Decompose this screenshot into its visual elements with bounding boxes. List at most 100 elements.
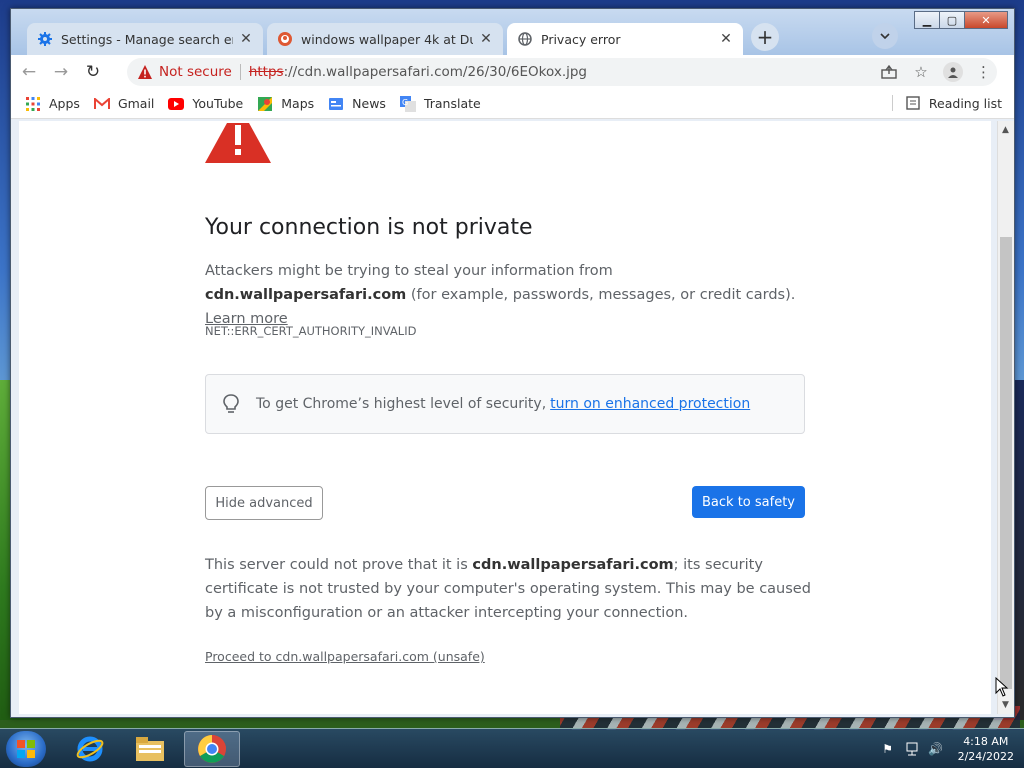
page-title: Your connection is not private: [205, 215, 533, 240]
back-to-safety-button[interactable]: Back to safety: [692, 486, 805, 518]
tab-search-button[interactable]: [872, 23, 898, 49]
file-explorer-icon: [136, 737, 164, 761]
reading-list-button[interactable]: Reading list: [891, 95, 1002, 111]
detail-domain: cdn.wallpapersafari.com: [472, 557, 674, 573]
profile-button[interactable]: [942, 61, 964, 83]
bookmark-star-icon[interactable]: ☆: [910, 61, 932, 83]
proceed-unsafe-link[interactable]: Proceed to cdn.wallpapersafari.com (unsa…: [205, 649, 485, 664]
menu-icon[interactable]: ⋮: [976, 63, 991, 81]
detail-text: This server could not prove that it is: [205, 557, 473, 573]
maps-icon: [257, 96, 273, 112]
bookmark-label: Gmail: [117, 96, 155, 111]
tab-strip: Settings - Manage search engine ✕ window…: [27, 19, 779, 55]
new-tab-button[interactable]: +: [751, 23, 779, 51]
action-center-flag-icon[interactable]: ⚑: [880, 741, 896, 757]
gear-icon: [37, 31, 53, 47]
page-content: Your connection is not private Attackers…: [19, 121, 991, 714]
news-icon: [328, 96, 344, 112]
taskbar-internet-explorer[interactable]: [62, 731, 118, 767]
warning-icon[interactable]: [137, 64, 153, 80]
close-icon[interactable]: ✕: [719, 31, 733, 47]
hide-advanced-button[interactable]: Hide advanced: [205, 486, 323, 520]
tab-title: Settings - Manage search engine: [61, 31, 233, 47]
bookmark-label: Translate: [423, 96, 481, 111]
desc-text: Attackers might be trying to steal your …: [205, 263, 613, 279]
url-scheme: https: [248, 64, 284, 80]
tab-privacy-error[interactable]: Privacy error ✕: [507, 23, 743, 55]
network-icon[interactable]: [904, 741, 920, 757]
taskbar-file-explorer[interactable]: [122, 731, 178, 767]
error-triangle-icon: [205, 123, 271, 163]
close-icon[interactable]: ✕: [239, 31, 253, 47]
start-button[interactable]: [6, 731, 46, 767]
chevron-down-icon: [880, 33, 890, 39]
desc-text: (for example, passwords, messages, or cr…: [406, 287, 796, 303]
address-bar[interactable]: Not secure https://cdn.wallpapersafari.c…: [127, 58, 997, 86]
minimize-button[interactable]: ▁: [914, 11, 940, 29]
not-secure-label[interactable]: Not secure: [159, 64, 232, 80]
omnibox-actions: ☆ ⋮: [868, 61, 991, 83]
enhanced-text: To get Chrome’s highest level of securit…: [256, 396, 547, 412]
windows-logo-icon: [17, 740, 35, 758]
reading-list-icon: [905, 95, 921, 111]
gmail-icon: [93, 96, 110, 112]
translate-icon: G: [399, 95, 416, 112]
advanced-details: This server could not prove that it is c…: [205, 553, 815, 625]
taskbar-clock[interactable]: 4:18 AM 2/24/2022: [958, 734, 1014, 764]
share-icon[interactable]: [878, 61, 900, 83]
tab-settings[interactable]: Settings - Manage search engine ✕: [27, 23, 263, 55]
duckduckgo-icon: [277, 31, 293, 47]
mouse-cursor-icon: [995, 677, 1009, 697]
bookmark-label: Apps: [49, 96, 80, 111]
bookmark-translate[interactable]: G Translate: [399, 95, 481, 112]
tab-title: windows wallpaper 4k at DuckDuckGo: [301, 31, 473, 47]
svg-text:G: G: [402, 98, 408, 107]
youtube-icon: [168, 96, 185, 112]
tab-title: Privacy error: [541, 31, 621, 47]
clock-time: 4:18 AM: [963, 735, 1009, 748]
url-path: ://cdn.wallpapersafari.com/26/30/6EOkox.…: [283, 64, 587, 80]
clock-date: 2/24/2022: [957, 750, 1014, 763]
scroll-up-icon[interactable]: ▲: [1002, 125, 1009, 135]
lightbulb-icon: [223, 394, 239, 413]
title-bar: ▁ ▢ ✕ Settings - Manage search engine ✕ …: [11, 9, 1014, 55]
close-window-button[interactable]: ✕: [964, 11, 1008, 29]
bookmark-apps[interactable]: Apps: [25, 96, 80, 112]
divider: [239, 64, 241, 80]
reload-button[interactable]: ↻: [79, 58, 107, 86]
toolbar: ← → ↻ Not secure https://cdn.wallpapersa…: [11, 55, 1014, 89]
reading-list-label: Reading list: [928, 95, 1002, 111]
globe-icon: [517, 31, 533, 47]
bookmark-maps[interactable]: Maps: [257, 96, 314, 112]
bookmark-label: Maps: [281, 96, 315, 111]
forward-button[interactable]: →: [47, 58, 75, 86]
bookmark-news[interactable]: News: [328, 96, 386, 112]
error-code[interactable]: NET::ERR_CERT_AUTHORITY_INVALID: [205, 324, 416, 338]
apps-grid-icon: [25, 96, 41, 112]
close-icon[interactable]: ✕: [479, 31, 493, 47]
system-tray: ⚑ 🔊 4:18 AM 2/24/2022: [880, 731, 1014, 767]
enhanced-protection-link[interactable]: turn on enhanced protection: [550, 396, 750, 412]
taskbar: ⚑ 🔊 4:18 AM 2/24/2022: [0, 728, 1024, 768]
taskbar-chrome[interactable]: [184, 731, 240, 767]
desc-domain: cdn.wallpapersafari.com: [205, 287, 407, 303]
error-description: Attackers might be trying to steal your …: [205, 259, 805, 331]
scrollbar[interactable]: ▲ ▼: [997, 121, 1014, 714]
enhanced-protection-box: To get Chrome’s highest level of securit…: [205, 374, 805, 434]
volume-icon[interactable]: 🔊: [928, 741, 944, 757]
window-controls: ▁ ▢ ✕: [914, 11, 1008, 29]
bookmark-label: News: [352, 96, 386, 111]
bookmark-gmail[interactable]: Gmail: [93, 96, 155, 112]
tab-duckduckgo[interactable]: windows wallpaper 4k at DuckDuckGo ✕: [267, 23, 503, 55]
bookmark-label: YouTube: [192, 96, 244, 111]
bookmarks-bar: Apps Gmail YouTube Maps News G Translate…: [11, 89, 1014, 119]
scroll-thumb[interactable]: [1000, 237, 1012, 689]
back-button[interactable]: ←: [15, 58, 43, 86]
avatar: [943, 62, 963, 82]
internet-explorer-icon: [76, 736, 104, 762]
chrome-icon: [198, 735, 226, 763]
maximize-button[interactable]: ▢: [939, 11, 965, 29]
browser-window: ▁ ▢ ✕ Settings - Manage search engine ✕ …: [10, 8, 1015, 718]
scroll-down-icon[interactable]: ▼: [1002, 700, 1009, 710]
bookmark-youtube[interactable]: YouTube: [168, 96, 243, 112]
